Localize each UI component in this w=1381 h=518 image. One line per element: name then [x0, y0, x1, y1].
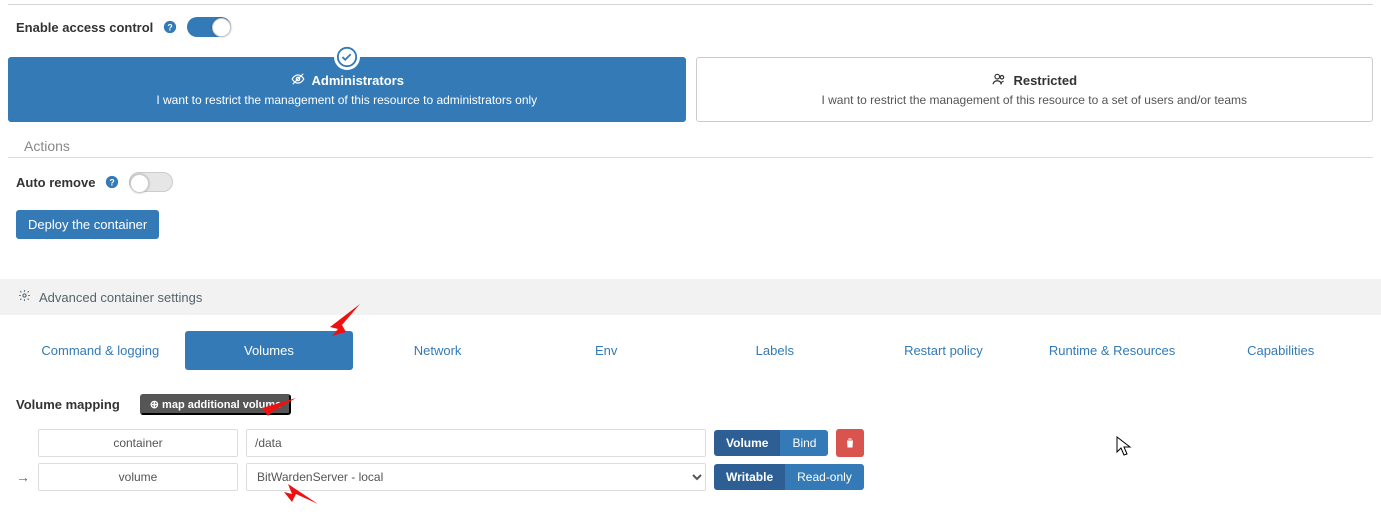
admin-card-desc: I want to restrict the management of thi… [19, 93, 675, 107]
gear-icon [18, 289, 31, 305]
auto-remove-label: Auto remove [16, 175, 95, 190]
tab-env[interactable]: Env [522, 331, 691, 370]
tab-volumes[interactable]: Volumes [185, 331, 354, 370]
tab-capabilities[interactable]: Capabilities [1196, 331, 1365, 370]
tab-runtime-resources[interactable]: Runtime & Resources [1028, 331, 1197, 370]
volume-select[interactable]: BitWardenServer - local [246, 463, 706, 491]
container-path-input[interactable] [246, 429, 706, 457]
eye-slash-icon [290, 72, 306, 89]
enable-access-control-label: Enable access control [16, 20, 153, 35]
restricted-card-desc: I want to restrict the management of thi… [707, 93, 1363, 107]
volume-writable[interactable]: Writable [714, 464, 785, 490]
access-card-administrators[interactable]: Administrators I want to restrict the ma… [8, 57, 686, 122]
delete-mapping-button[interactable] [836, 429, 864, 457]
volume-label: volume [38, 463, 238, 491]
tab-labels[interactable]: Labels [691, 331, 860, 370]
tab-restart-policy[interactable]: Restart policy [859, 331, 1028, 370]
writable-readonly-toggle[interactable]: Writable Read-only [714, 464, 864, 490]
help-icon[interactable]: ? [163, 20, 177, 34]
actions-header: Actions [8, 132, 1373, 158]
svg-text:?: ? [168, 23, 173, 33]
plus-icon: ⊕ [150, 399, 159, 411]
container-path-label: container [38, 429, 238, 457]
check-icon [334, 44, 360, 70]
admin-card-title: Administrators [312, 73, 404, 88]
help-icon[interactable]: ? [105, 175, 119, 189]
tab-network[interactable]: Network [353, 331, 522, 370]
volume-readonly[interactable]: Read-only [785, 464, 864, 490]
arrow-icon: → [16, 469, 30, 485]
advanced-settings-header: Advanced container settings [0, 279, 1381, 315]
restricted-card-title: Restricted [1013, 73, 1077, 88]
users-icon [991, 72, 1007, 89]
volume-bind-toggle[interactable]: Volume Bind [714, 430, 828, 456]
deploy-container-button[interactable]: Deploy the container [16, 210, 159, 239]
map-additional-volume-button[interactable]: ⊕ map additional volume [140, 394, 291, 415]
advanced-tabs: Command & logging Volumes Network Env La… [16, 321, 1365, 380]
volume-type-volume[interactable]: Volume [714, 430, 780, 456]
tab-command-logging[interactable]: Command & logging [16, 331, 185, 370]
access-control-toggle[interactable] [187, 17, 231, 37]
access-card-restricted[interactable]: Restricted I want to restrict the manage… [696, 57, 1374, 122]
auto-remove-toggle[interactable] [129, 172, 173, 192]
svg-text:?: ? [110, 178, 115, 188]
volume-type-bind[interactable]: Bind [780, 430, 828, 456]
volume-mapping-label: Volume mapping [16, 397, 120, 412]
